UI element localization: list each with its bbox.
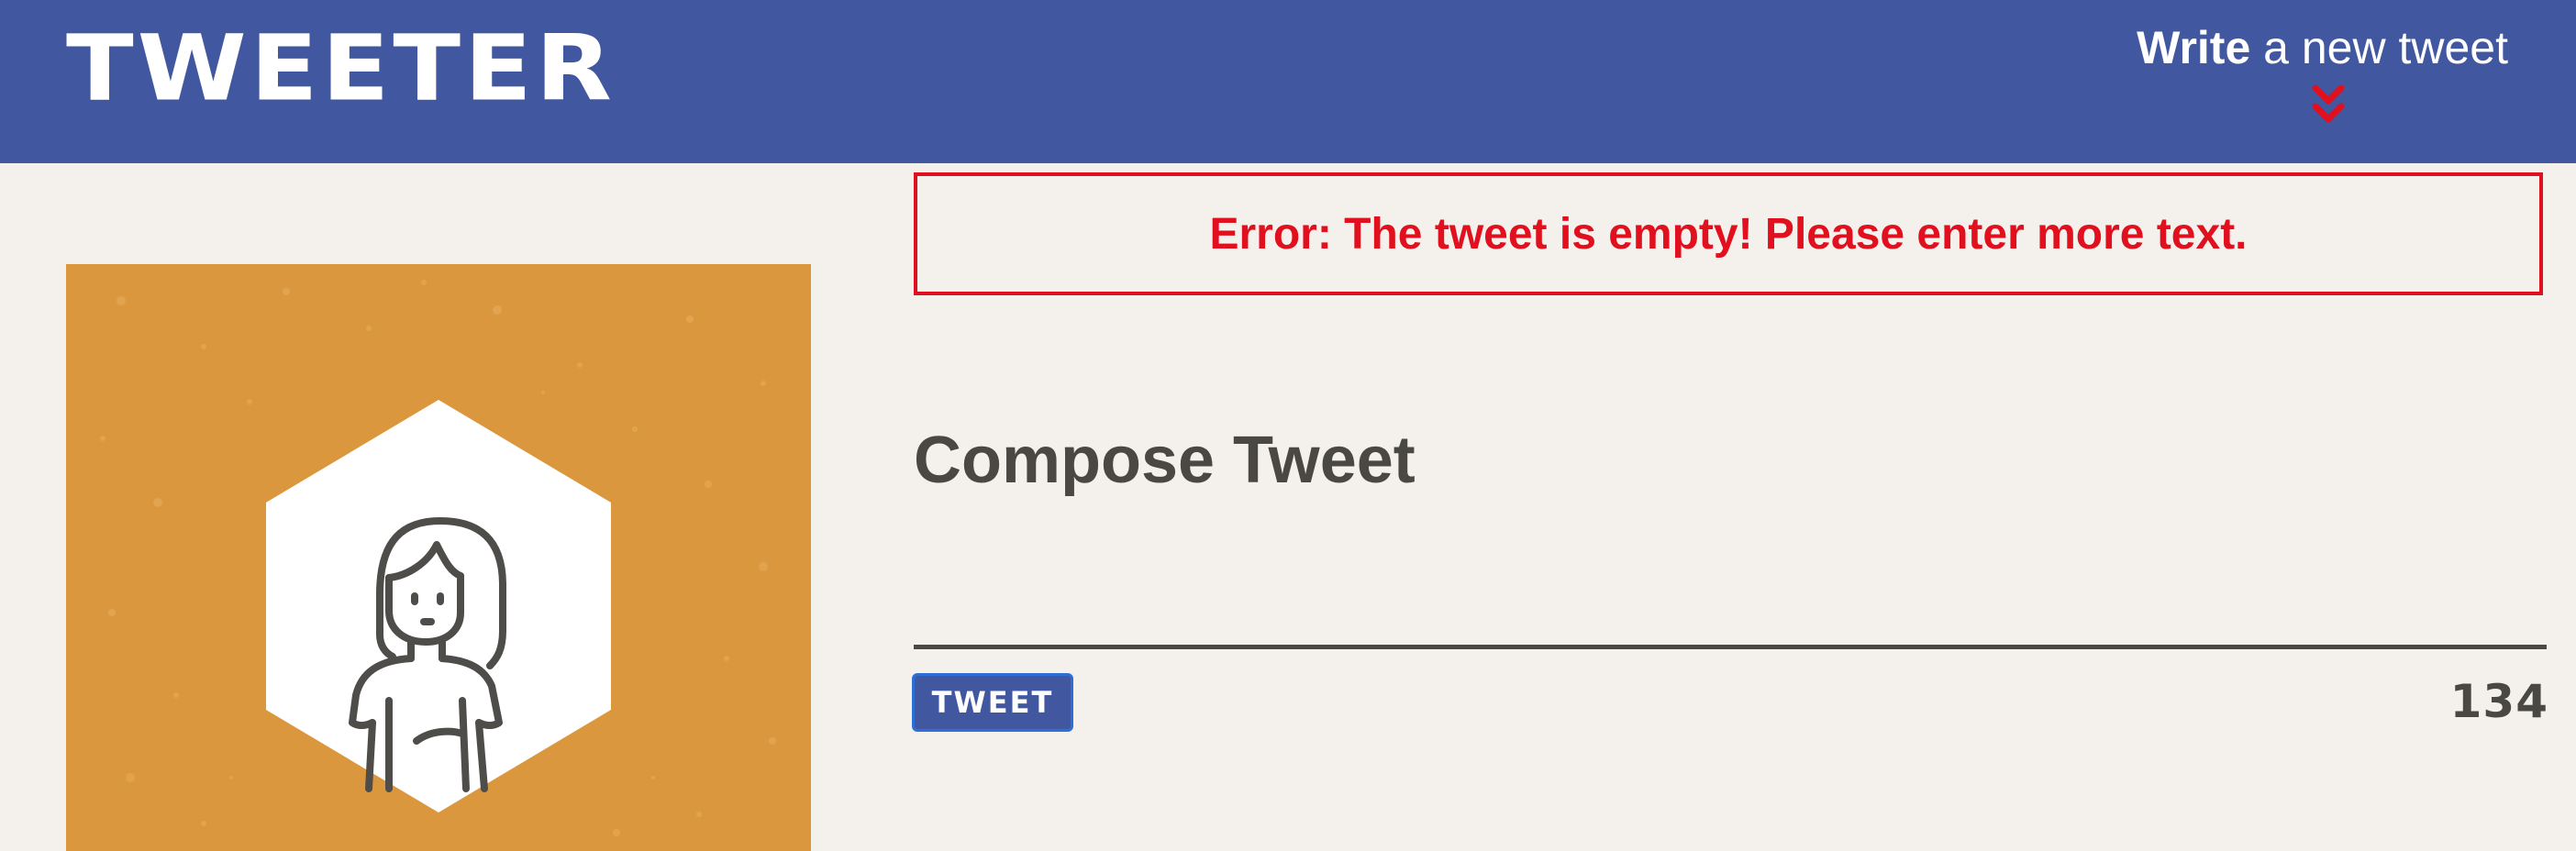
tweet-button[interactable]: TWEET [912,673,1073,732]
write-new-tweet-link[interactable]: Write a new tweet [2104,15,2508,81]
user-avatar-icon [100,280,776,836]
error-message: Error: The tweet is empty! Please enter … [914,172,2543,295]
write-link-strong: Write [2137,22,2251,73]
write-link-rest: a new tweet [2250,22,2508,73]
error-text: Error: The tweet is empty! Please enter … [1209,209,2248,259]
top-nav: TWEETER Write a new tweet [0,0,2576,163]
page-title: Compose Tweet [914,424,1416,497]
tweet-input[interactable] [914,532,2547,649]
profile-avatar-panel [66,264,811,851]
brand-logo[interactable]: TWEETER [66,18,616,119]
double-chevron-down-icon[interactable] [2312,84,2345,127]
char-counter: 134 [2449,675,2548,728]
